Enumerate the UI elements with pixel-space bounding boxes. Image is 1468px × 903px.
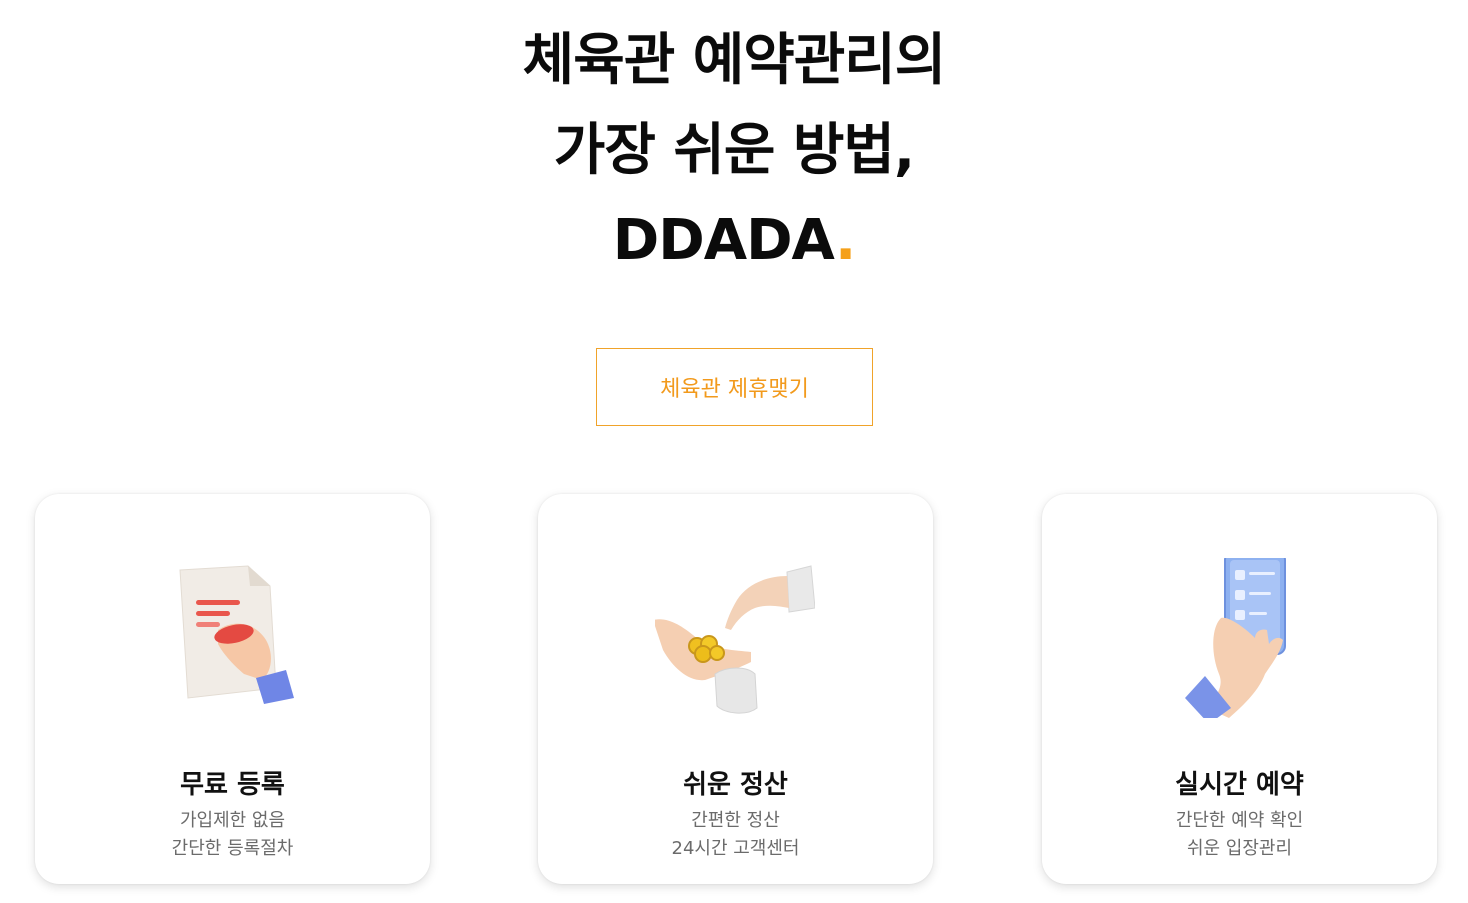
document-signing-hand-icon bbox=[179, 565, 294, 704]
partner-gym-button[interactable]: 체육관 제휴맺기 bbox=[596, 348, 873, 426]
feature-card-easy-settlement: 쉬운 정산 간편한 정산 24시간 고객센터 bbox=[538, 494, 933, 884]
card-description-line: 간단한 등록절차 bbox=[171, 838, 294, 859]
card-description-line: 간단한 예약 확인 bbox=[1175, 810, 1304, 831]
brand-name: DDADA bbox=[612, 208, 836, 273]
feature-card-realtime-booking: 실시간 예약 간단한 예약 확인 쉬운 입장관리 bbox=[1042, 494, 1437, 884]
card-description-line: 쉬운 입장관리 bbox=[1186, 838, 1293, 859]
hero-title-line-2: 가장 쉬운 방법, bbox=[553, 118, 915, 183]
feature-card-free-registration: 무료 등록 가입제한 없음 간단한 등록절차 bbox=[35, 494, 430, 884]
card-title: 실시간 예약 bbox=[1175, 770, 1304, 800]
brand-dot: . bbox=[834, 208, 856, 273]
card-description-line: 간편한 정산 bbox=[691, 810, 780, 831]
phone-checklist-hand-icon bbox=[1185, 558, 1286, 718]
hero-title-line-1: 체육관 예약관리의 bbox=[522, 28, 947, 93]
card-title: 쉬운 정산 bbox=[683, 770, 788, 800]
hero-brand: DDADA. bbox=[0, 206, 1468, 276]
card-title: 무료 등록 bbox=[180, 770, 285, 800]
card-description-line: 가입제한 없음 bbox=[179, 810, 286, 831]
coins-in-hand-icon bbox=[655, 565, 815, 714]
card-description-line: 24시간 고객센터 bbox=[671, 838, 800, 859]
